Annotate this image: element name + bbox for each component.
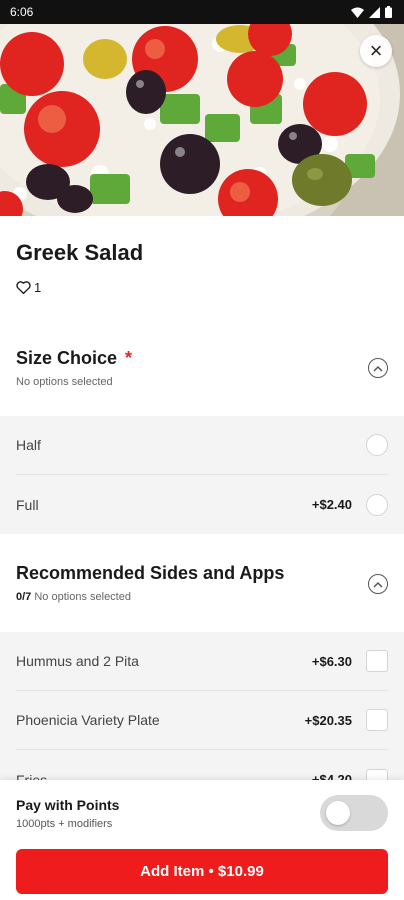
status-bar: 6:06 [0, 0, 404, 24]
wifi-icon [351, 7, 364, 18]
battery-icon [385, 6, 392, 18]
pay-with-points-toggle[interactable] [320, 795, 388, 831]
bottom-action-bar: Pay with Points 1000pts + modifiers Add … [0, 780, 404, 900]
toggle-knob [326, 801, 350, 825]
option-row-half[interactable]: Half [16, 416, 388, 475]
option-label: Hummus and 2 Pita [16, 653, 139, 669]
chevron-up-icon[interactable] [368, 358, 388, 378]
option-price: +$6.30 [311, 653, 352, 669]
status-time: 6:06 [10, 5, 34, 19]
size-choice-header[interactable]: Size Choice * No options selected [0, 328, 404, 416]
option-row-variety-plate[interactable]: Phoenicia Variety Plate +$20.35 [16, 691, 388, 750]
option-controls: +$2.40 [311, 493, 388, 516]
option-controls [366, 434, 388, 456]
size-choice-title: Size Choice * [16, 348, 132, 369]
close-icon: × [369, 38, 383, 63]
size-choice-title-text: Size Choice [16, 348, 118, 368]
checkbox-variety-plate[interactable] [366, 709, 388, 731]
points-subtitle: 1000pts + modifiers [16, 818, 113, 830]
pay-with-points-label: Pay with Points [16, 797, 120, 813]
like-count: 1 [34, 280, 42, 295]
greek-salad-photo [0, 24, 404, 216]
sides-header[interactable]: Recommended Sides and Apps 0/7 No option… [0, 542, 404, 632]
option-label: Half [16, 437, 41, 453]
sides-subtitle-text: No options selected [34, 591, 131, 603]
heart-outline-icon [16, 281, 31, 294]
option-label: Phoenicia Variety Plate [16, 712, 160, 728]
sides-title: Recommended Sides and Apps [16, 563, 285, 583]
item-title: Greek Salad [16, 240, 144, 265]
size-options: Half Full +$2.40 [0, 416, 404, 534]
option-label: Full [16, 496, 39, 513]
radio-button-half[interactable] [366, 434, 388, 456]
chevron-up-icon[interactable] [368, 574, 388, 594]
checkbox-hummus[interactable] [366, 650, 388, 672]
option-row-full[interactable]: Full +$2.40 [16, 475, 388, 534]
option-controls: +$6.30 [312, 650, 388, 672]
status-icons [351, 6, 392, 18]
sides-count: 0/7 [16, 591, 32, 603]
required-marker: * [125, 348, 133, 368]
option-price: +$20.35 [304, 712, 352, 728]
signal-icon [369, 6, 380, 18]
close-button[interactable]: × [360, 35, 392, 67]
radio-button-full[interactable] [366, 493, 388, 516]
option-price: +$2.40 [311, 497, 352, 512]
sides-subtitle: 0/7 No options selected [16, 591, 131, 603]
add-item-button[interactable]: Add Item • $10.99 [16, 849, 388, 894]
option-controls: +$20.35 [305, 709, 388, 731]
size-choice-subtitle: No options selected [16, 376, 113, 388]
option-row-hummus[interactable]: Hummus and 2 Pita +$6.30 [16, 632, 388, 691]
like-button[interactable]: 1 [16, 280, 41, 295]
